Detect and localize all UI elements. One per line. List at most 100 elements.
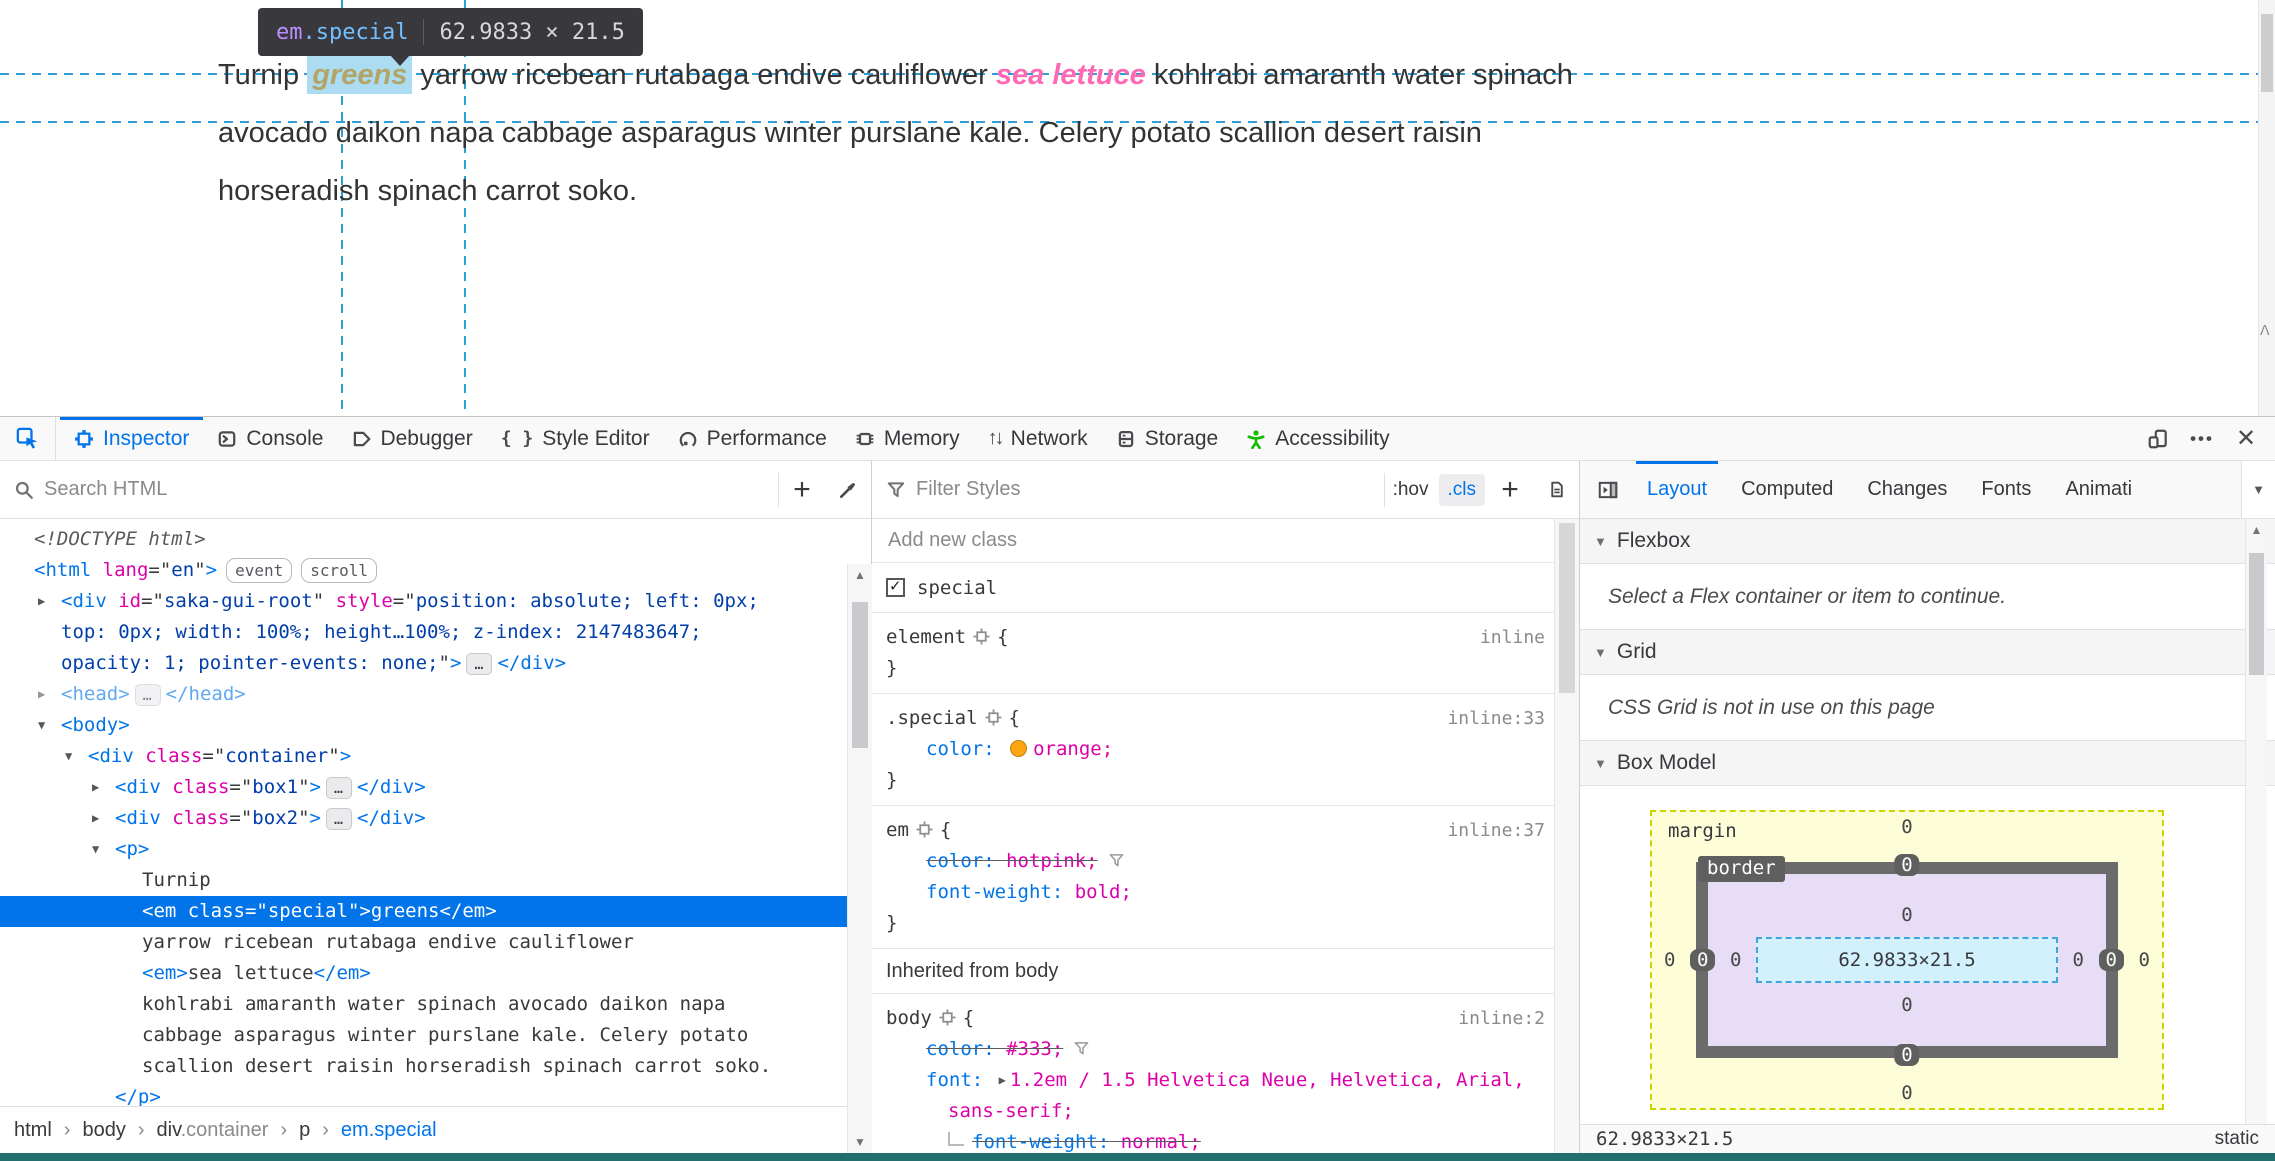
expand-icon[interactable]: ▶ [38, 586, 45, 617]
filter-icon[interactable] [1073, 1040, 1090, 1057]
scroll-up-icon[interactable]: ▲ [2246, 523, 2267, 537]
rule-source-link[interactable]: inline:2 [1458, 1003, 1545, 1034]
all-tabs-menu-button[interactable]: ▼ [2241, 461, 2275, 518]
filter-icon[interactable] [1108, 852, 1125, 869]
tab-style-editor[interactable]: { } Style Editor [487, 417, 664, 460]
color-swatch[interactable] [1010, 740, 1028, 757]
tree-row[interactable]: ▼ <body> [0, 710, 871, 741]
filter-styles-input[interactable]: Filter Styles [916, 478, 1384, 501]
tree-row[interactable]: ▶ <div class="box2">… </div> [0, 803, 871, 834]
rules-scrollbar-thumb[interactable] [1559, 523, 1575, 693]
breadcrumb-item[interactable]: div.container [157, 1119, 269, 1142]
tree-row[interactable]: <html lang="en"> event scroll [0, 555, 871, 586]
tree-row[interactable]: <em>sea lettuce</em> [0, 958, 871, 989]
rules-scrollbar[interactable] [1554, 519, 1579, 1153]
rule-source-link[interactable]: inline:37 [1447, 815, 1545, 846]
tree-row[interactable]: </p> [0, 1082, 871, 1106]
padding-right-value[interactable]: 0 [2073, 949, 2084, 971]
add-new-class-input[interactable]: Add new class [872, 519, 1579, 563]
breadcrumb-item[interactable]: html [14, 1119, 52, 1142]
tree-row[interactable]: ▶ <div id="saka-gui-root" style="position… [0, 586, 871, 679]
rule-special[interactable]: inline:33 .special{ color: orange; } [872, 694, 1579, 806]
close-devtools-button[interactable]: ✕ [2225, 417, 2267, 460]
class-checkbox[interactable] [886, 576, 905, 597]
tree-row[interactable]: ▼ <div class="container"> [0, 741, 871, 772]
add-rule-button[interactable]: + [1487, 461, 1533, 518]
tab-network[interactable]: ↑↓ Network [974, 417, 1102, 460]
tree-row[interactable]: kohlrabi amaranth water spinach avocado … [0, 989, 871, 1082]
expand-icon[interactable]: ▶ [38, 679, 45, 710]
tree-row[interactable]: <em class="special">greens</em> [0, 896, 871, 927]
section-grid-header[interactable]: ▼ Grid [1580, 630, 2275, 675]
tab-performance[interactable]: Performance [664, 417, 841, 460]
declaration-computed-child[interactable]: font-weight: normal; [886, 1127, 1539, 1153]
class-panel-button[interactable]: .cls [1438, 473, 1485, 506]
eyedropper-button[interactable] [825, 461, 871, 518]
section-flexbox-header[interactable]: ▼ Flexbox [1580, 519, 2275, 564]
margin-top-value[interactable]: 0 [1901, 816, 1912, 838]
tab-fonts[interactable]: Fonts [1964, 461, 2048, 518]
tab-accessibility[interactable]: Accessibility [1232, 417, 1403, 460]
box-model-diagram[interactable]: margin border padding 62.9833×21.5 0 0 0… [1650, 810, 2164, 1110]
tab-computed[interactable]: Computed [1724, 461, 1850, 518]
tree-row[interactable]: <!DOCTYPE html> [0, 524, 871, 555]
rule-source-link[interactable]: inline:33 [1447, 703, 1545, 734]
responsive-design-button[interactable] [2137, 417, 2179, 460]
highlight-selector-icon[interactable] [939, 1009, 956, 1026]
tab-layout[interactable]: Layout [1630, 461, 1724, 518]
padding-top-value[interactable]: 0 [1901, 904, 1912, 926]
expand-icon[interactable]: ▶ [92, 803, 99, 834]
box-model-content[interactable]: 62.9833×21.5 [1756, 937, 2058, 983]
tab-memory[interactable]: Memory [841, 417, 974, 460]
section-collapse-icon[interactable]: ▼ [1594, 534, 1607, 549]
tab-inspector[interactable]: Inspector [60, 417, 204, 460]
scroll-up-icon[interactable]: ᐱ [2260, 322, 2270, 339]
markup-scrollbar[interactable]: ▲ ▼ [847, 564, 872, 1153]
section-collapse-icon[interactable]: ▼ [1594, 645, 1607, 660]
margin-left-value[interactable]: 0 [1664, 949, 1675, 971]
tab-animations[interactable]: Animati [2048, 461, 2149, 518]
collapse-icon[interactable]: ▼ [38, 710, 45, 741]
rule-element[interactable]: inline element{ } [872, 613, 1579, 694]
highlight-selector-icon[interactable] [916, 821, 933, 838]
declaration-overridden[interactable]: color: hotpink; [886, 846, 1539, 877]
section-box-model-header[interactable]: ▼ Box Model [1580, 741, 2275, 786]
border-top-value[interactable]: 0 [1894, 854, 1920, 876]
collapse-icon[interactable]: ▼ [92, 834, 99, 865]
declaration-overridden[interactable]: color: #333; [886, 1034, 1539, 1065]
padding-bottom-value[interactable]: 0 [1901, 994, 1912, 1016]
scroll-down-icon[interactable]: ▼ [848, 1135, 872, 1149]
padding-left-value[interactable]: 0 [1730, 949, 1741, 971]
declaration[interactable]: color: orange; [886, 734, 1539, 765]
section-collapse-icon[interactable]: ▼ [1594, 756, 1607, 771]
tree-row[interactable]: yarrow ricebean rutabaga endive cauliflo… [0, 927, 871, 958]
margin-bottom-value[interactable]: 0 [1901, 1082, 1912, 1104]
split-sidebar-button[interactable] [1586, 461, 1630, 518]
layout-scrollbar-thumb[interactable] [2249, 553, 2264, 675]
search-input[interactable]: Search HTML [44, 478, 778, 501]
breadcrumb-item[interactable]: p [299, 1119, 310, 1142]
expand-icon[interactable]: ▶ [92, 772, 99, 803]
highlight-selector-icon[interactable] [985, 709, 1002, 726]
tree-row[interactable]: ▼ <p> [0, 834, 871, 865]
page-scrollbar[interactable]: ᐱ [2258, 0, 2275, 416]
collapse-icon[interactable]: ▼ [65, 741, 72, 772]
declaration[interactable]: font-weight: bold; [886, 877, 1539, 908]
page-scrollbar-thumb[interactable] [2261, 14, 2273, 92]
rule-source-link[interactable]: inline [1480, 622, 1545, 653]
pseudo-class-button[interactable]: :hov [1385, 475, 1437, 505]
tree-row[interactable]: Turnip [0, 865, 871, 896]
tab-storage[interactable]: Storage [1102, 417, 1233, 460]
border-left-value[interactable]: 0 [1690, 949, 1716, 971]
border-right-value[interactable]: 0 [2098, 949, 2124, 971]
markup-scrollbar-thumb[interactable] [852, 602, 868, 748]
border-bottom-value[interactable]: 0 [1894, 1044, 1920, 1066]
tab-console[interactable]: Console [203, 417, 337, 460]
rule-body[interactable]: inline:2 body{ color: #333; font: ▶ 1.2em… [872, 994, 1579, 1153]
add-node-button[interactable]: + [779, 461, 825, 518]
print-simulation-button[interactable] [1533, 461, 1579, 518]
scroll-up-icon[interactable]: ▲ [848, 568, 872, 582]
layout-scrollbar[interactable]: ▲ [2245, 519, 2267, 1124]
breadcrumb-item[interactable]: em.special [341, 1119, 437, 1142]
rule-em[interactable]: inline:37 em{ color: hotpink; font-weigh… [872, 806, 1579, 949]
